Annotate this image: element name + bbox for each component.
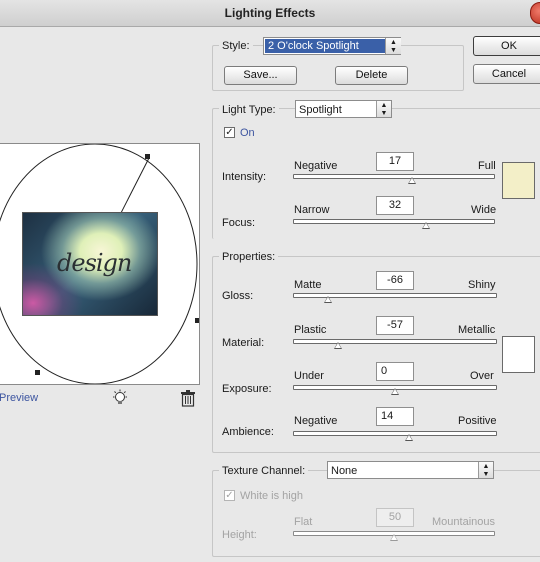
save-style-button[interactable]: Save...	[224, 66, 297, 85]
focus-label: Focus:	[222, 217, 256, 229]
material-slider-thumb[interactable]	[334, 342, 343, 349]
cancel-button[interactable]: Cancel	[473, 64, 540, 84]
focus-slider-track[interactable]	[293, 219, 495, 224]
style-label: Style:	[219, 40, 253, 52]
chevron-updown-icon: ▲ ▼	[478, 462, 493, 478]
exposure-min-label: Under	[294, 370, 324, 382]
intensity-slider-track[interactable]	[293, 174, 495, 179]
ambient-color-swatch[interactable]	[502, 336, 535, 373]
ok-button[interactable]: OK	[473, 36, 540, 56]
preview-image-text: design	[57, 249, 132, 277]
lightbulb-icon[interactable]	[111, 389, 129, 407]
white-is-high-checkbox[interactable]: ✓	[224, 490, 235, 501]
preview-checkbox-label[interactable]: Preview	[0, 392, 38, 404]
gloss-slider-thumb[interactable]	[324, 296, 333, 303]
style-select[interactable]: 2 O'clock Spotlight ▲ ▼	[263, 37, 401, 55]
preview-image: design	[22, 212, 158, 316]
exposure-label: Exposure:	[222, 383, 272, 395]
ambience-max-label: Positive	[458, 415, 497, 427]
delete-style-button[interactable]: Delete	[335, 66, 408, 85]
ambience-min-label: Negative	[294, 415, 338, 427]
height-label: Height:	[222, 529, 257, 541]
texture-channel-select[interactable]: None ▲ ▼	[327, 461, 494, 479]
focus-min-label: Narrow	[294, 204, 330, 216]
texture-channel-value: None	[331, 465, 358, 477]
texture-channel-label: Texture Channel:	[219, 465, 309, 477]
white-is-high-label: White is high	[240, 490, 303, 502]
focus-slider-thumb[interactable]	[422, 222, 430, 229]
window-title: Lighting Effects	[224, 6, 316, 20]
light-type-value: Spotlight	[299, 104, 342, 116]
ambience-slider-thumb[interactable]	[405, 434, 414, 441]
exposure-max-label: Over	[470, 370, 494, 382]
material-max-label: Metallic	[458, 324, 496, 336]
trash-icon[interactable]	[180, 390, 196, 407]
gloss-min-label: Matte	[294, 279, 322, 291]
light-on-label: On	[240, 127, 255, 139]
light-type-select[interactable]: Spotlight ▲ ▼	[295, 100, 392, 118]
height-input[interactable]: 50	[376, 508, 414, 527]
gloss-max-label: Shiny	[468, 279, 496, 291]
intensity-min-label: Negative	[294, 160, 338, 172]
intensity-slider-thumb[interactable]	[408, 177, 416, 184]
intensity-label: Intensity:	[222, 171, 267, 183]
ambience-slider-track[interactable]	[293, 431, 497, 436]
ambience-label: Ambience:	[222, 426, 274, 438]
light-on-checkbox[interactable]: ✓	[224, 127, 235, 138]
light-type-label: Light Type:	[219, 104, 279, 116]
exposure-slider-thumb[interactable]	[391, 388, 399, 395]
exposure-input[interactable]: 0	[376, 362, 414, 381]
properties-label: Properties:	[219, 251, 279, 263]
focus-input[interactable]: 32	[376, 196, 414, 215]
chevron-updown-icon: ▲ ▼	[385, 38, 401, 54]
height-slider-thumb[interactable]	[390, 534, 398, 541]
height-min-label: Flat	[294, 516, 313, 528]
material-slider-track[interactable]	[293, 339, 497, 344]
intensity-max-label: Full	[478, 160, 496, 172]
intensity-input[interactable]: 17	[376, 152, 414, 171]
material-input[interactable]: -57	[376, 316, 414, 335]
focus-max-label: Wide	[471, 204, 497, 216]
height-max-label: Mountainous	[432, 516, 495, 528]
material-label: Material:	[222, 337, 265, 349]
material-min-label: Plastic	[294, 324, 327, 336]
style-select-value: 2 O'clock Spotlight	[265, 39, 385, 53]
preview-panel[interactable]: design	[0, 143, 200, 385]
gloss-input[interactable]: -66	[376, 271, 414, 290]
chevron-updown-icon: ▲ ▼	[376, 101, 391, 117]
ambience-input[interactable]: 14	[376, 407, 414, 426]
light-color-swatch[interactable]	[502, 162, 535, 199]
gloss-label: Gloss:	[222, 290, 254, 302]
